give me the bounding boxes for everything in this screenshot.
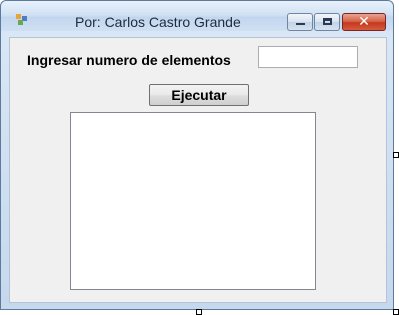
maximize-button[interactable] xyxy=(314,13,340,31)
output-listbox[interactable] xyxy=(70,112,316,290)
resize-handle-corner[interactable] xyxy=(393,309,399,315)
close-button[interactable]: ✕ xyxy=(342,13,386,31)
maximize-icon xyxy=(323,18,332,25)
element-count-input[interactable] xyxy=(258,46,358,68)
element-count-label: Ingresar numero de elementos xyxy=(27,52,231,68)
close-icon: ✕ xyxy=(358,14,370,30)
minimize-icon xyxy=(296,23,305,25)
resize-handle-right[interactable] xyxy=(393,152,399,158)
app-form-icon xyxy=(16,14,27,25)
window-title: Por: Carlos Castro Grande xyxy=(75,14,241,30)
execute-button[interactable]: Ejecutar xyxy=(149,84,249,106)
minimize-button[interactable] xyxy=(287,13,313,31)
title-bar[interactable]: Por: Carlos Castro Grande ✕ xyxy=(1,1,393,31)
resize-handle-bottom[interactable] xyxy=(196,309,202,315)
